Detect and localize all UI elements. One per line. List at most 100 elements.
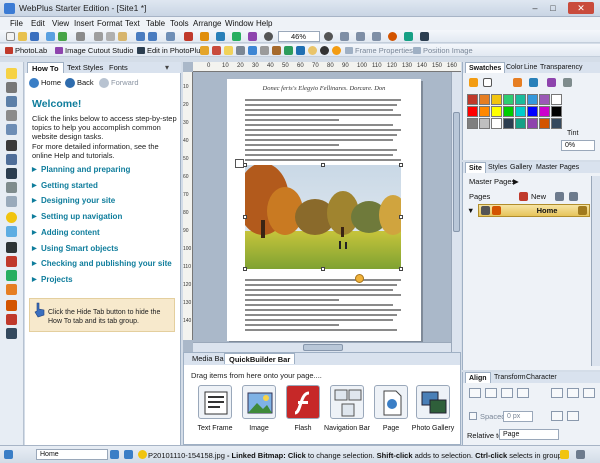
- horizontal-ruler[interactable]: 0 10 20 30 40 50 60 70 80 90 100 110 120 130 140 150 160: [193, 62, 461, 72]
- color-swatch[interactable]: [479, 118, 490, 129]
- color-swatch[interactable]: [503, 118, 514, 129]
- vertical-ruler[interactable]: 10 20 30 40 50 60 70 80 90 100 110 120 130 140: [183, 72, 193, 340]
- menu-window[interactable]: Window: [225, 19, 253, 28]
- tab-gallery[interactable]: Gallery: [507, 162, 535, 173]
- open-icon[interactable]: [18, 32, 27, 41]
- effects-icon[interactable]: [320, 46, 329, 55]
- form-tool-icon[interactable]: [6, 270, 17, 281]
- color-swatch[interactable]: [479, 106, 490, 117]
- artistic-text-tool-icon[interactable]: [6, 154, 17, 165]
- tab-site[interactable]: Site: [465, 162, 486, 173]
- selection-handle[interactable]: [399, 215, 403, 219]
- space-v-icon[interactable]: [567, 411, 579, 421]
- color-swatch[interactable]: [515, 118, 526, 129]
- maximize-button[interactable]: □: [546, 2, 560, 14]
- align-top-icon[interactable]: [551, 388, 563, 398]
- align-right-icon[interactable]: [501, 388, 513, 398]
- copy-icon[interactable]: [106, 32, 115, 41]
- media-tool-icon[interactable]: [6, 242, 17, 253]
- zoom-width-icon[interactable]: [356, 32, 365, 41]
- distribute-v-icon[interactable]: [551, 411, 563, 421]
- zoom-in-icon[interactable]: [324, 32, 333, 41]
- page-settings-icon[interactable]: [578, 206, 587, 215]
- tab-character[interactable]: Character: [523, 372, 560, 383]
- snap-icon[interactable]: [138, 450, 147, 459]
- align-center-icon[interactable]: [485, 388, 497, 398]
- record-tool-icon[interactable]: [6, 314, 17, 325]
- color-swatch[interactable]: [515, 94, 526, 105]
- tab-master-pages[interactable]: Master Pages: [533, 162, 582, 173]
- insert-table-icon[interactable]: [184, 32, 193, 41]
- preview-icon[interactable]: [46, 32, 55, 41]
- color-swatch[interactable]: [551, 94, 562, 105]
- tab-swatches[interactable]: Swatches: [465, 62, 506, 73]
- color-swatch[interactable]: [503, 94, 514, 105]
- quickshape-tool-icon[interactable]: [6, 212, 17, 223]
- sharpen-icon[interactable]: [284, 46, 293, 55]
- tab-quickbuilder-bar[interactable]: QuickBuilder Bar: [224, 353, 296, 364]
- rotate-handle-icon[interactable]: [355, 274, 364, 283]
- blur-icon[interactable]: [296, 46, 305, 55]
- forward-button[interactable]: Forward: [99, 77, 139, 88]
- scroll-thumb[interactable]: [303, 344, 343, 351]
- tab-how-to[interactable]: How To: [27, 62, 64, 73]
- save-icon[interactable]: [30, 32, 39, 41]
- image-cutout-button[interactable]: Image Cutout Studio: [54, 45, 133, 56]
- color-swatch[interactable]: [551, 118, 562, 129]
- page-select[interactable]: Home: [36, 449, 108, 460]
- text-color-icon[interactable]: [513, 78, 522, 87]
- line-color-icon[interactable]: [483, 78, 492, 87]
- vertical-scrollbar[interactable]: [451, 72, 461, 352]
- page-properties-icon[interactable]: [555, 192, 564, 201]
- pencil-tool-icon[interactable]: [6, 196, 17, 207]
- new-page-button[interactable]: New: [531, 192, 546, 201]
- rectangle-tool-icon[interactable]: [6, 226, 17, 237]
- first-page-icon[interactable]: [4, 450, 13, 459]
- zoom-out-icon[interactable]: [264, 32, 273, 41]
- topic-planning[interactable]: Planning and preparing: [32, 165, 130, 174]
- menu-file[interactable]: File: [10, 19, 23, 28]
- topic-smart-objects[interactable]: Using Smart objects: [32, 244, 118, 253]
- tab-transparency[interactable]: Transparency: [537, 62, 586, 73]
- color-swatch[interactable]: [491, 106, 502, 117]
- text-frame-tool-icon[interactable]: [6, 140, 17, 151]
- print-icon[interactable]: [76, 32, 85, 41]
- tab-align[interactable]: Align: [465, 372, 491, 383]
- selection-handle[interactable]: [321, 163, 325, 167]
- color-swatch[interactable]: [467, 118, 478, 129]
- menu-format[interactable]: Format: [97, 19, 122, 28]
- menu-view[interactable]: View: [52, 19, 69, 28]
- selection-handle[interactable]: [243, 267, 247, 271]
- home-button[interactable]: Home: [29, 77, 61, 88]
- line-tool-icon[interactable]: [6, 182, 17, 193]
- position-image-button[interactable]: Position Image: [412, 45, 473, 56]
- zoom-page-icon[interactable]: [340, 32, 349, 41]
- optimize-icon[interactable]: [332, 46, 341, 55]
- anchor-icon[interactable]: [232, 32, 241, 41]
- topic-getting-started[interactable]: Getting started: [32, 181, 98, 190]
- selection-handle[interactable]: [243, 215, 247, 219]
- menu-insert[interactable]: Insert: [74, 19, 94, 28]
- insert-picture-icon[interactable]: [200, 32, 209, 41]
- new-page-icon[interactable]: [519, 192, 528, 201]
- pointer-tool-icon[interactable]: [6, 68, 17, 79]
- pan-tool-icon[interactable]: [6, 110, 17, 121]
- color-swatch[interactable]: [551, 106, 562, 117]
- brightness-icon[interactable]: [224, 46, 233, 55]
- color-swatch[interactable]: [539, 94, 550, 105]
- spaced-checkbox[interactable]: [469, 412, 477, 420]
- color-swatch[interactable]: [467, 106, 478, 117]
- align-middle-icon[interactable]: [567, 388, 579, 398]
- page-options-icon[interactable]: [569, 192, 578, 201]
- color-swatch[interactable]: [479, 94, 490, 105]
- topic-navigation[interactable]: Setting up navigation: [32, 212, 122, 221]
- color-swatch[interactable]: [527, 106, 538, 117]
- selected-photo[interactable]: [245, 165, 401, 269]
- rotate-icon[interactable]: [212, 46, 221, 55]
- horizontal-scrollbar[interactable]: [193, 342, 451, 352]
- close-button[interactable]: ✕: [568, 2, 594, 14]
- topic-adding-content[interactable]: Adding content: [32, 228, 100, 237]
- color-swatch[interactable]: [467, 94, 478, 105]
- selection-handle[interactable]: [399, 163, 403, 167]
- color-swatch[interactable]: [503, 106, 514, 117]
